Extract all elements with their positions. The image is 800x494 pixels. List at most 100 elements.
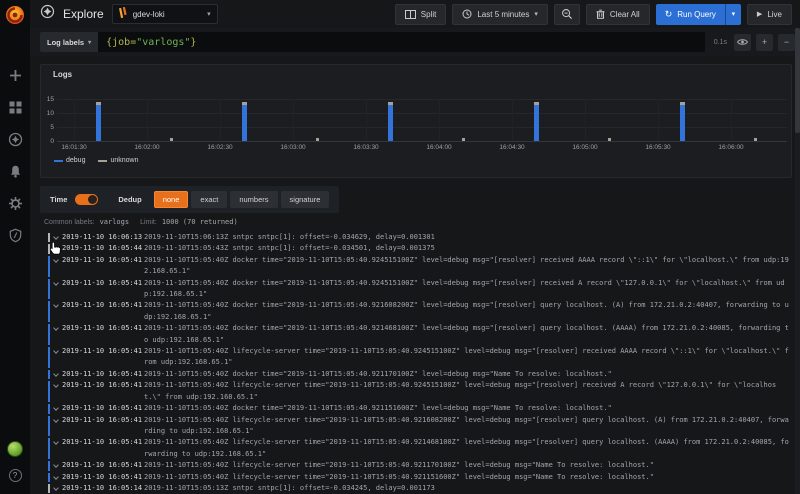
log-row[interactable]: 2019-11-10 16:05:44 2019-11-10T15:05:43Z … xyxy=(48,243,790,254)
log-row[interactable]: 2019-11-10 16:05:41 2019-11-10T15:05:40Z … xyxy=(48,415,790,438)
help-icon[interactable]: ? xyxy=(8,469,22,482)
log-message: 2019-11-10T15:05:43Z sntpc sntpc[1]: off… xyxy=(144,244,435,253)
bar-debug xyxy=(241,104,247,141)
expand-chevron-icon[interactable] xyxy=(53,255,62,278)
split-button[interactable]: Split xyxy=(394,3,447,25)
log-row[interactable]: 2019-11-10 16:05:41 2019-11-10T15:05:40Z … xyxy=(48,380,790,403)
sidebar-item-server-admin[interactable] xyxy=(8,228,23,243)
scrollbar-thumb[interactable] xyxy=(795,28,800,133)
expand-chevron-icon[interactable] xyxy=(53,278,62,301)
legend-swatch xyxy=(98,159,108,162)
log-level-bar-debug xyxy=(48,381,50,403)
log-row[interactable]: 2019-11-10 16:05:41 2019-11-10T15:05:40Z … xyxy=(48,472,790,483)
clear-all-button[interactable]: Clear All xyxy=(585,3,650,25)
logs-histogram[interactable]: 0 5 10 15 16:01:30 16:02:00 16:02:30 16:03:00 16… xyxy=(47,96,787,151)
chevron-down-icon xyxy=(53,371,59,377)
compass-icon xyxy=(8,132,23,151)
legend-item-unknown[interactable]: unknown xyxy=(98,157,139,164)
expand-chevron-icon[interactable] xyxy=(53,472,62,483)
log-labels-dropdown[interactable]: Log labels ▾ xyxy=(40,32,99,52)
expand-chevron-icon[interactable] xyxy=(53,380,62,403)
log-timestamp: 2019-11-10 16:05:41 xyxy=(62,255,143,264)
x-gridline xyxy=(585,99,587,141)
top-header: Explore gdev-loki ▾ Split Last 5 minutes… xyxy=(30,0,800,28)
x-axis-tick-label: 16:02:30 xyxy=(207,144,233,151)
time-range-picker[interactable]: Last 5 minutes ▾ xyxy=(452,3,548,25)
expand-chevron-icon[interactable] xyxy=(53,323,62,346)
log-row[interactable]: 2019-11-10 16:05:41 2019-11-10T15:05:40Z … xyxy=(48,323,790,346)
log-row[interactable]: 2019-11-10 16:05:14 2019-11-10T15:05:13Z … xyxy=(48,483,790,494)
x-gridline xyxy=(658,99,660,141)
zoom-out-button[interactable] xyxy=(553,3,580,25)
add-query-button[interactable]: + xyxy=(756,33,773,51)
run-query-dropdown[interactable]: ▾ xyxy=(724,3,741,25)
expand-chevron-icon[interactable] xyxy=(53,300,62,323)
log-timestamp: 2019-11-10 16:05:41 xyxy=(62,415,143,424)
legend-label: unknown xyxy=(110,157,139,164)
log-message: 2019-11-10T15:05:40Z docker time="2019-1… xyxy=(144,404,612,413)
log-row[interactable]: 2019-11-10 16:05:41 2019-11-10T15:05:40Z … xyxy=(48,369,790,380)
y-gridline xyxy=(57,99,787,100)
run-query-button[interactable]: ↻ Run Query ▾ xyxy=(655,3,741,25)
log-message: 2019-11-10T15:05:40Z lifecycle-server ti… xyxy=(144,438,789,458)
query-input[interactable]: {job= "varlogs"} xyxy=(98,32,705,52)
dedup-options: none exact numbers signature xyxy=(153,191,330,208)
log-row[interactable]: 2019-11-10 16:05:41 2019-11-10T15:05:40Z … xyxy=(48,346,790,369)
remove-query-button[interactable]: − xyxy=(778,33,795,51)
bar-debug xyxy=(679,104,685,141)
panel-title[interactable]: Logs xyxy=(53,70,72,79)
dedup-option-numbers[interactable]: numbers xyxy=(230,191,278,208)
expand-chevron-icon[interactable] xyxy=(53,460,62,471)
expand-chevron-icon[interactable] xyxy=(53,346,62,369)
hide-query-button[interactable] xyxy=(734,33,751,51)
log-row[interactable]: 2019-11-10 16:06:13 2019-11-10T15:06:13Z … xyxy=(48,232,790,243)
expand-chevron-icon[interactable] xyxy=(53,415,62,438)
x-axis-tick-label: 16:04:00 xyxy=(426,144,452,151)
sidebar-item-explore[interactable] xyxy=(8,132,23,147)
query-bar: Log labels ▾ {job= "varlogs"} 0.1s + − xyxy=(30,28,800,56)
expand-chevron-icon[interactable] xyxy=(53,369,62,380)
log-row[interactable]: 2019-11-10 16:05:41 2019-11-10T15:05:40Z … xyxy=(48,278,790,301)
x-axis-tick-label: 16:02:00 xyxy=(134,144,160,151)
expand-chevron-icon[interactable] xyxy=(53,403,62,414)
chevron-down-icon xyxy=(53,439,59,446)
sidebar-item-alerting[interactable] xyxy=(8,164,23,179)
dedup-option-exact[interactable]: exact xyxy=(191,191,228,208)
legend-item-debug[interactable]: debug xyxy=(54,157,85,164)
bar-unknown xyxy=(607,138,611,141)
grafana-logo-icon[interactable] xyxy=(4,4,26,26)
dedup-option-signature[interactable]: signature xyxy=(280,191,330,208)
expand-chevron-icon[interactable] xyxy=(53,483,62,494)
expand-chevron-icon[interactable] xyxy=(53,437,62,460)
chevron-down-icon xyxy=(53,245,59,252)
bar-unknown xyxy=(95,101,101,105)
log-row[interactable]: 2019-11-10 16:05:41 2019-11-10T15:05:40Z … xyxy=(48,255,790,278)
expand-chevron-icon[interactable] xyxy=(53,232,62,243)
dedup-option-none[interactable]: none xyxy=(153,191,189,208)
loki-datasource-icon xyxy=(118,6,128,21)
expand-chevron-icon[interactable] xyxy=(53,243,62,254)
x-axis-tick-label: 16:01:30 xyxy=(61,144,87,151)
sidebar-item-create[interactable] xyxy=(8,68,23,83)
play-icon: ▶ xyxy=(756,10,763,18)
time-toggle[interactable] xyxy=(75,194,99,205)
log-level-bar-debug xyxy=(48,324,50,346)
x-gridline xyxy=(293,99,295,141)
chevron-down-icon xyxy=(53,234,59,240)
sidebar-item-configuration[interactable] xyxy=(8,196,23,211)
log-row[interactable]: 2019-11-10 16:05:41 2019-11-10T15:05:40Z … xyxy=(48,300,790,323)
log-row[interactable]: 2019-11-10 16:05:41 2019-11-10T15:05:40Z … xyxy=(48,437,790,460)
x-axis-tick-label: 16:03:30 xyxy=(353,144,379,151)
log-level-bar-debug xyxy=(48,278,50,300)
live-button[interactable]: ▶ Live xyxy=(746,3,792,25)
sidebar-item-dashboards[interactable] xyxy=(8,100,23,115)
chevron-down-icon xyxy=(53,462,59,468)
x-axis-tick-label: 16:05:00 xyxy=(572,144,598,151)
user-avatar[interactable] xyxy=(7,441,23,457)
datasource-picker[interactable]: gdev-loki ▾ xyxy=(111,4,218,24)
log-row[interactable]: 2019-11-10 16:05:41 2019-11-10T15:05:40Z … xyxy=(48,403,790,414)
log-row[interactable]: 2019-11-10 16:05:41 2019-11-10T15:05:40Z … xyxy=(48,460,790,471)
run-query-label: Run Query xyxy=(677,9,716,19)
y-axis-tick-label: 15 xyxy=(46,95,54,103)
chevron-down-icon xyxy=(53,256,59,263)
